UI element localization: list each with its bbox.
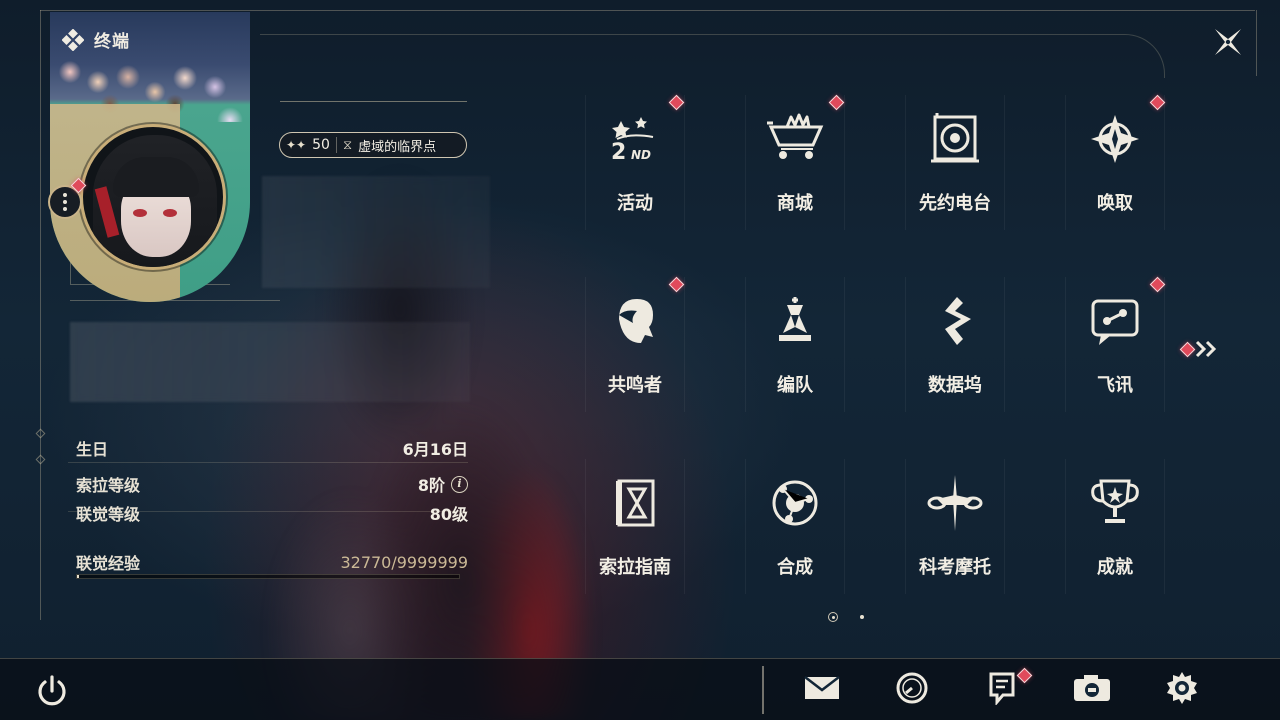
settings-gear-icon <box>1167 672 1197 704</box>
camera-icon <box>1074 675 1110 701</box>
tile-motorcycle[interactable]: 科考摩托 <box>905 459 1005 594</box>
settings-button[interactable] <box>1162 668 1202 708</box>
stat-birthday: 生日 6月16日 <box>76 440 468 459</box>
stat-sola-level: 索拉等级 8阶 i <box>76 472 468 496</box>
tile-sola-guide[interactable]: 索拉指南 <box>585 459 685 594</box>
clock-icon <box>896 672 928 704</box>
hourglass-icon: ⧖ <box>342 137 353 153</box>
more-dots-icon <box>63 193 67 211</box>
terminal-header: 终端 <box>62 27 130 52</box>
close-icon <box>1215 29 1241 55</box>
sola-level-value: 8阶 <box>417 476 445 495</box>
close-button[interactable] <box>1208 22 1248 62</box>
tile-team[interactable]: 编队 <box>745 277 845 412</box>
frame-tick <box>35 454 46 465</box>
player-title: 虚域的临界点 <box>358 139 437 155</box>
sparkle-icon: ✦✦ <box>286 138 307 152</box>
tile-achievements[interactable]: 成就 <box>1065 459 1165 594</box>
profile-banner-card[interactable] <box>50 12 250 302</box>
stat-union-exp: 联觉经验 32770/9999999 <box>76 552 468 574</box>
notification-badge <box>1179 341 1196 357</box>
tile-messages[interactable]: 飞讯 <box>1065 277 1165 412</box>
frame-left-line <box>40 10 41 620</box>
stat-union-level: 联觉等级 80级 <box>76 505 468 524</box>
tile-event[interactable]: 2 ND 活动 <box>585 95 685 230</box>
tile-shop[interactable]: 商城 <box>745 95 845 230</box>
player-name-redacted <box>262 176 490 288</box>
frame-right-line <box>1256 10 1257 76</box>
terminal-diamond-icon <box>62 28 84 51</box>
next-page-button[interactable] <box>1179 340 1219 358</box>
player-rank-chip[interactable]: ✦✦ 50 ⧖ 虚域的临界点 <box>279 132 467 158</box>
notice-button[interactable] <box>982 668 1022 708</box>
info-icon[interactable]: i <box>451 475 468 493</box>
events-clock-button[interactable] <box>892 668 932 708</box>
frame-tick <box>35 428 46 439</box>
divider <box>280 101 467 102</box>
page-indicator <box>828 612 864 622</box>
notice-icon <box>989 672 1015 705</box>
mail-icon <box>804 676 840 699</box>
player-signature-redacted <box>70 322 470 402</box>
photo-mode-button[interactable] <box>1072 668 1112 708</box>
exit-game-button[interactable] <box>34 673 70 709</box>
tile-resonators[interactable]: 共鸣者 <box>585 277 685 412</box>
page-dot-active[interactable] <box>828 612 838 622</box>
tile-synthesis[interactable]: 合成 <box>745 459 845 594</box>
tile-radio[interactable]: 先约电台 <box>905 95 1005 230</box>
page-title: 终端 <box>94 32 130 52</box>
player-level: 50 <box>312 137 330 153</box>
mail-button[interactable] <box>802 668 842 708</box>
double-chevron-right-icon <box>1195 340 1217 358</box>
exp-progress-fill <box>77 575 79 578</box>
frame-top-line <box>40 10 1255 11</box>
avatar[interactable] <box>80 124 226 270</box>
tile-convene[interactable]: 唤取 <box>1065 95 1165 230</box>
exp-progress-bar <box>76 574 460 579</box>
tile-data-bank[interactable]: 数据坞 <box>905 277 1005 412</box>
frame-inner-curve <box>260 34 1165 78</box>
page-dot[interactable] <box>860 615 864 619</box>
power-icon <box>38 675 66 706</box>
bottom-bar-divider <box>762 666 764 714</box>
